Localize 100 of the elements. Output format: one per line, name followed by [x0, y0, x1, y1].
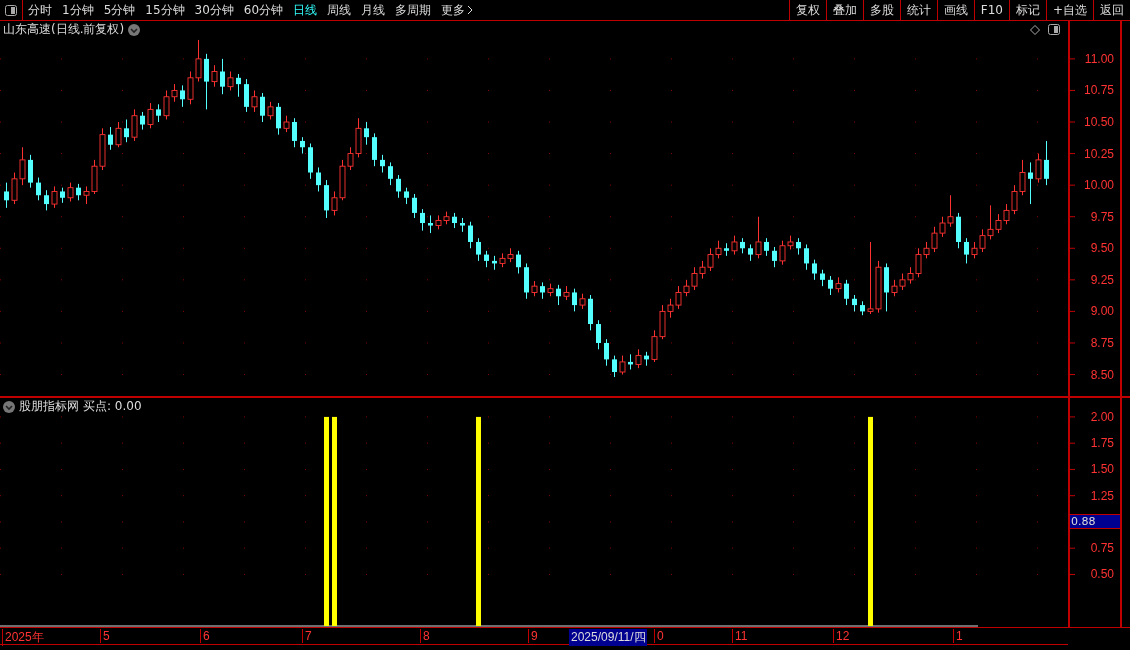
candlestick	[108, 126, 113, 151]
period-tab[interactable]: 60分钟	[238, 0, 289, 20]
candlestick	[51, 185, 58, 209]
toolbar-button[interactable]: F10	[973, 0, 1009, 20]
period-tab[interactable]: 5分钟	[98, 0, 141, 20]
axis-label: 1.50	[1090, 462, 1114, 477]
candlestick	[772, 246, 777, 268]
diamond-icon[interactable]	[1030, 24, 1040, 35]
axis-label: 2.00	[1090, 409, 1114, 424]
cursor-value: 0.88	[1070, 513, 1120, 529]
candlestick	[812, 259, 817, 281]
toolbar-button[interactable]: 返回	[1093, 0, 1130, 20]
period-tab[interactable]: 日线	[288, 0, 323, 20]
chart-title: 山东高速(日线.前复权)	[3, 21, 125, 38]
candlestick	[1028, 161, 1033, 205]
toolbar-button[interactable]: 复权	[788, 0, 826, 20]
candlestick	[476, 237, 481, 262]
date-label: 7	[302, 629, 313, 643]
toolbar-button[interactable]: 叠加	[825, 0, 863, 20]
candlestick	[276, 102, 281, 136]
cursor-date: 2025/09/11/四	[569, 629, 647, 646]
panel-toggle-icon[interactable]	[1048, 24, 1060, 35]
candlestick	[396, 174, 401, 199]
toolbar-button[interactable]: 统计	[899, 0, 937, 20]
date-label: 9	[528, 629, 539, 643]
candlestick	[516, 250, 521, 275]
candlestick	[292, 117, 297, 148]
dropdown-icon[interactable]	[3, 400, 15, 413]
candlestick	[420, 208, 425, 232]
candlestick	[964, 237, 969, 264]
candlestick	[211, 64, 218, 88]
candlestick	[755, 216, 762, 259]
candlestick	[204, 53, 209, 110]
axis-label: 1.75	[1090, 436, 1114, 451]
candlestick	[619, 355, 626, 376]
dropdown-icon[interactable]	[128, 23, 141, 36]
candlestick	[731, 235, 738, 256]
date-label: 12	[833, 629, 851, 643]
period-tab[interactable]: 多周期	[390, 0, 437, 20]
axis-label: 9.25	[1090, 272, 1114, 287]
period-tab[interactable]: 月线	[356, 0, 391, 20]
candlestick	[44, 189, 49, 211]
candlestick	[468, 221, 473, 249]
date-label: 11	[732, 629, 749, 643]
panel-toggle-icon[interactable]	[5, 4, 17, 16]
candlestick	[612, 355, 617, 378]
candlestick	[124, 118, 129, 143]
candlestick	[180, 84, 185, 108]
axis-label: 10.75	[1083, 83, 1114, 98]
period-tab[interactable]: 分时	[23, 0, 57, 20]
candlestick	[220, 58, 225, 95]
axis-label: 9.75	[1090, 209, 1114, 224]
period-tab[interactable]: 15分钟	[140, 0, 190, 20]
candlestick	[236, 73, 241, 98]
candlestick	[412, 193, 417, 219]
candlestick	[635, 348, 642, 369]
axis-label: 8.75	[1090, 335, 1114, 350]
indicator-reading: 买点: 0.00	[83, 398, 142, 415]
indicator-title: 股朋指标网	[19, 398, 79, 415]
candlestick	[227, 71, 234, 91]
candlestick	[316, 166, 321, 192]
date-label: 8	[420, 629, 431, 643]
toolbar-button[interactable]: 多股	[862, 0, 900, 20]
candlestick	[131, 108, 138, 142]
toolbar-button[interactable]: 标记	[1008, 0, 1046, 20]
candlestick	[364, 121, 369, 146]
candlestick	[28, 154, 33, 189]
period-tab[interactable]: 1分钟	[57, 0, 99, 20]
candlestick	[388, 161, 393, 186]
candlestick	[844, 279, 849, 306]
axis-label: 1.25	[1090, 488, 1114, 503]
candlestick	[1044, 140, 1049, 186]
candlestick	[115, 121, 122, 148]
period-tab[interactable]: 更多	[436, 0, 471, 20]
axis-label: 9.50	[1090, 241, 1114, 256]
candlestick	[147, 102, 154, 129]
candlestick	[1035, 153, 1042, 184]
date-label: 2025年	[2, 629, 45, 646]
axis-label: 11.00	[1084, 51, 1114, 66]
candlestick	[251, 89, 258, 113]
period-tab[interactable]: 周线	[322, 0, 357, 20]
axis-label: 0.75	[1090, 541, 1114, 556]
candlestick	[260, 92, 265, 123]
candlestick	[556, 284, 561, 306]
date-label: 1	[953, 629, 964, 643]
candlestick	[596, 319, 601, 350]
axis-label: 9.00	[1090, 304, 1114, 319]
candlestick	[36, 177, 41, 201]
period-tab[interactable]: 30分钟	[189, 0, 239, 20]
candlestick	[828, 275, 833, 296]
candlestick	[67, 182, 74, 203]
candlestick	[372, 132, 377, 167]
candlestick	[4, 182, 9, 209]
chevron-right-icon[interactable]	[467, 5, 475, 15]
candlestick	[804, 243, 809, 271]
date-label: 5	[100, 629, 111, 643]
toolbar-button[interactable]: 画线	[936, 0, 974, 20]
toolbar-button[interactable]: +自选	[1045, 0, 1093, 20]
candlestick	[572, 288, 577, 312]
candlestick	[604, 338, 609, 367]
